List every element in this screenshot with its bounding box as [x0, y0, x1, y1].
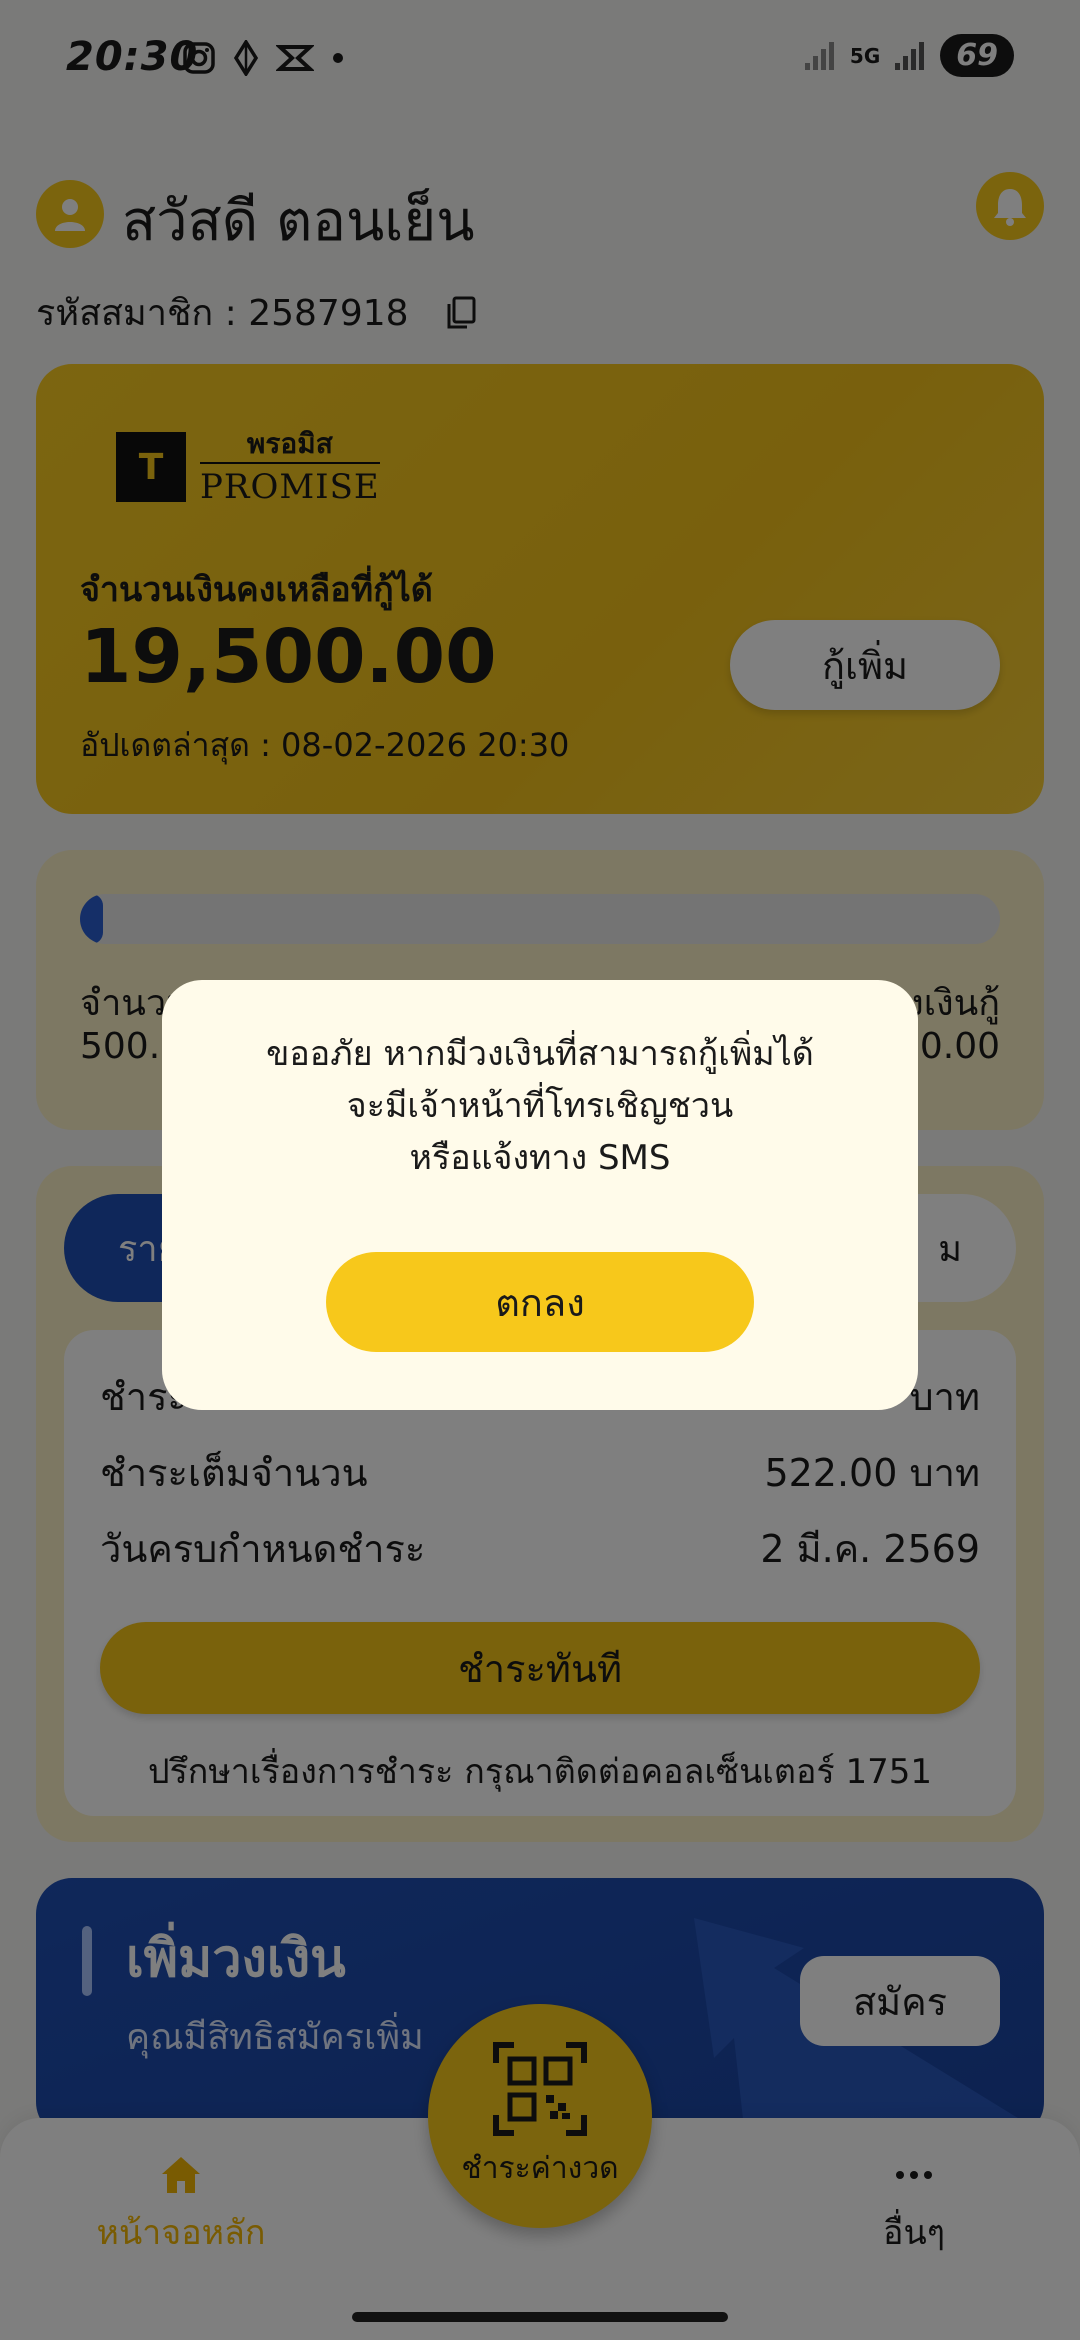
dialog-line-3: หรือแจ้งทาง SMS — [409, 1138, 671, 1178]
info-dialog: ขออภัย หากมีวงเงินที่สามารถกู้เพิ่มได้ จ… — [162, 980, 918, 1410]
dialog-line-1: ขออภัย หากมีวงเงินที่สามารถกู้เพิ่มได้ — [266, 1034, 814, 1074]
ok-button[interactable]: ตกลง — [326, 1252, 754, 1352]
dialog-message: ขออภัย หากมีวงเงินที่สามารถกู้เพิ่มได้ จ… — [162, 1028, 918, 1184]
dialog-line-2: จะมีเจ้าหน้าที่โทรเชิญชวน — [346, 1086, 734, 1126]
